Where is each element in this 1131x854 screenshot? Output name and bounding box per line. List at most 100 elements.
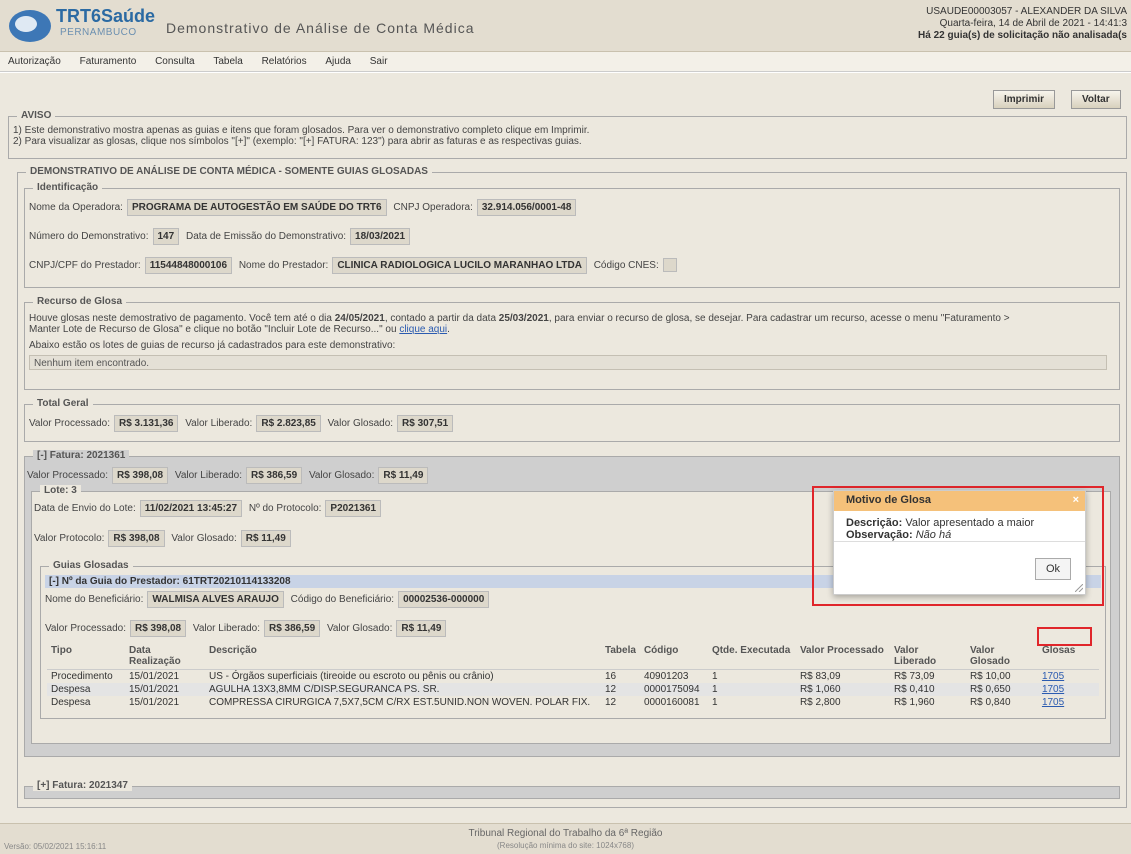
guia-lib-label: Valor Liberado:	[192, 623, 260, 634]
footer: Tribunal Regional do Trabalho da 6ª Regi…	[0, 823, 1131, 854]
guias-legend: Guias Glosadas	[49, 560, 133, 571]
cell-tipo: Procedimento	[51, 671, 113, 682]
aviso-legend: AVISO	[17, 110, 56, 121]
cnpj-operadora-value: 32.914.056/0001-48	[476, 199, 577, 216]
back-button[interactable]: Voltar	[1071, 90, 1121, 109]
col-glosas: Glosas	[1037, 643, 1099, 670]
lote-legend: Lote: 3	[40, 485, 81, 496]
lote-vprot-value: R$ 398,08	[108, 530, 165, 547]
cell-codigo: 0000160081	[643, 697, 700, 708]
recurso-from-date: 25/03/2021	[498, 313, 549, 324]
cell-tabela: 12	[601, 683, 640, 696]
prestador-value: CLINICA RADIOLOGICA LUCILO MARANHAO LTDA	[332, 257, 587, 274]
lote-envio-label: Data de Envio do Lote:	[34, 503, 136, 514]
cell-descricao: AGULHA 13X3,8MM C/DISP.SEGURANCA PS. SR.	[205, 683, 601, 696]
col-valor-liberado: Valor Liberado	[889, 643, 966, 670]
logo-title: TRT6Saúde	[56, 6, 156, 26]
recurso-text-c: , para enviar o recurso de glosa, se des…	[548, 313, 1010, 324]
emissao-value: 18/03/2021	[350, 228, 411, 245]
recurso-text-2: Manter Lote de Recurso de Glosa" e cliqu…	[29, 324, 400, 335]
total-glo-label: Valor Glosado:	[327, 418, 394, 429]
guia-proc-label: Valor Processado:	[45, 623, 126, 634]
menu-faturamento[interactable]: Faturamento	[72, 52, 145, 71]
top-header: TRT6Saúde PERNAMBUCO Demonstrativo de An…	[0, 0, 1131, 52]
numero-value: 147	[152, 228, 180, 245]
glosa-link[interactable]: 1705	[1042, 697, 1064, 708]
total-proc-label: Valor Processado:	[29, 418, 110, 429]
cell-valor-glosado: R$ 0,840	[969, 697, 1011, 708]
guia-glo-value: R$ 11,49	[396, 620, 447, 637]
recurso-line-1: Houve glosas neste demostrativo de pagam…	[29, 313, 1010, 324]
cell-valor-glosado: R$ 10,00	[969, 671, 1011, 682]
cell-qtde: 1	[711, 697, 718, 708]
cell-descricao: US - Órgãos superficiais (tireoide ou es…	[209, 671, 494, 682]
lote-envio-row: Data de Envio do Lote: 11/02/2021 13:45:2…	[34, 500, 385, 517]
operadora-value: PROGRAMA DE AUTOGESTÃO EM SAÚDE DO TRT6	[126, 199, 387, 216]
lote-protocolo-label: Nº do Protocolo:	[248, 503, 322, 514]
observacao-value: Não há	[915, 529, 952, 541]
glosa-link[interactable]: 1705	[1042, 684, 1064, 695]
print-button[interactable]: Imprimir	[993, 90, 1056, 109]
footer-version: Versão: 05/02/2021 15:16:11	[4, 842, 107, 851]
cnes-label: Código CNES:	[593, 260, 659, 271]
menu-relatorios[interactable]: Relatórios	[254, 52, 315, 71]
cell-tabela: 16	[605, 671, 617, 682]
logo-icon	[9, 10, 51, 42]
footer-org: Tribunal Regional do Trabalho da 6ª Regi…	[468, 828, 663, 839]
col-valor-glosado: Valor Glosado	[965, 643, 1038, 670]
cell-descricao: COMPRESSA CIRURGICA 7,5X7,5CM C/RX EST.5…	[209, 697, 591, 708]
motivo-glosa-dialog: Motivo de Glosa × Descrição: Valor apres…	[833, 490, 1086, 595]
cell-codigo: 40901203	[643, 671, 689, 682]
menu-ajuda[interactable]: Ajuda	[317, 52, 359, 71]
table-row: Procedimento 15/01/2021 US - Órgãos supe…	[47, 670, 1099, 684]
operadora-row: Nome da Operadora: PROGRAMA DE AUTOGESTÃO…	[29, 199, 580, 216]
current-date: Quarta-feira, 14 de Abril de 2021 - 14:4…	[939, 18, 1127, 29]
lote-envio-value: 11/02/2021 13:45:27	[139, 500, 243, 517]
col-valor-processado: Valor Processado	[795, 643, 890, 670]
lote-glo-label: Valor Glosado:	[171, 533, 237, 544]
total-legend: Total Geral	[33, 398, 93, 409]
resize-handle-icon[interactable]	[1075, 584, 1083, 592]
cell-qtde: 1	[711, 671, 718, 682]
content-area: Imprimir Voltar AVISO 1) Este demonstrat…	[0, 73, 1131, 823]
close-icon[interactable]: ×	[1073, 494, 1079, 506]
menu-autorizacao[interactable]: Autorização	[0, 52, 69, 71]
ok-button[interactable]: Ok	[1034, 558, 1071, 580]
menu-consulta[interactable]: Consulta	[147, 52, 202, 71]
glosa-link[interactable]: 1705	[1042, 671, 1064, 682]
fatura-proc-value: R$ 398,08	[111, 467, 169, 484]
cell-valor-liberado: R$ 0,410	[889, 683, 966, 696]
cnpj-prestador-label: CNPJ/CPF do Prestador:	[29, 260, 141, 271]
aviso-line-1: 1) Este demonstrativo mostra apenas as g…	[13, 125, 590, 136]
fatura-toggle-2021347[interactable]: [+] Fatura: 2021347	[33, 780, 132, 791]
recurso-text-a: Houve glosas neste demostrativo de pagam…	[29, 313, 335, 324]
codigo-beneficiario-label: Código do Beneficiário:	[290, 594, 395, 605]
fatura-lib-label: Valor Liberado:	[174, 470, 242, 481]
dialog-header: Motivo de Glosa ×	[834, 491, 1085, 511]
identificacao-legend: Identificação	[33, 182, 103, 193]
table-row: Despesa 15/01/2021 AGULHA 13X3,8MM C/DIS…	[47, 683, 1099, 696]
recurso-link[interactable]: clique aqui	[399, 324, 447, 335]
identificacao-panel: Identificação Nome da Operadora: PROGRAMA…	[24, 182, 1120, 288]
cnpj-operadora-label: CNPJ Operadora:	[393, 202, 473, 213]
logo-subtitle: PERNAMBUCO	[60, 27, 137, 38]
cell-tabela: 12	[605, 697, 617, 708]
beneficiario-value: WALMISA ALVES ARAUJO	[147, 591, 284, 608]
operadora-label: Nome da Operadora:	[29, 202, 123, 213]
cell-tipo: Despesa	[51, 697, 91, 708]
cell-glosas: 1705	[1037, 683, 1099, 696]
descricao-value: Valor apresentado a maior	[905, 517, 1035, 529]
fatura-glo-label: Valor Glosado:	[308, 470, 375, 481]
codigo-beneficiario-value: 00002536-000000	[398, 591, 490, 608]
aviso-panel: AVISO 1) Este demonstrativo mostra apena…	[8, 110, 1127, 159]
recurso-empty-message: Nenhum item encontrado.	[29, 355, 1107, 370]
cell-valor-processado: R$ 2,800	[799, 697, 841, 708]
menu-tabela[interactable]: Tabela	[205, 52, 250, 71]
highlight-glosa-link	[1037, 627, 1092, 646]
recurso-text-b: , contado a partir da data	[384, 313, 499, 324]
lote-valores-row: Valor Protocolo: R$ 398,08 Valor Glosado:…	[34, 530, 295, 547]
fatura-toggle-2021361[interactable]: [-] Fatura: 2021361	[33, 450, 130, 461]
menu-sair[interactable]: Sair	[362, 52, 396, 71]
col-descricao: Descrição	[205, 643, 601, 670]
cnes-value	[662, 258, 677, 273]
